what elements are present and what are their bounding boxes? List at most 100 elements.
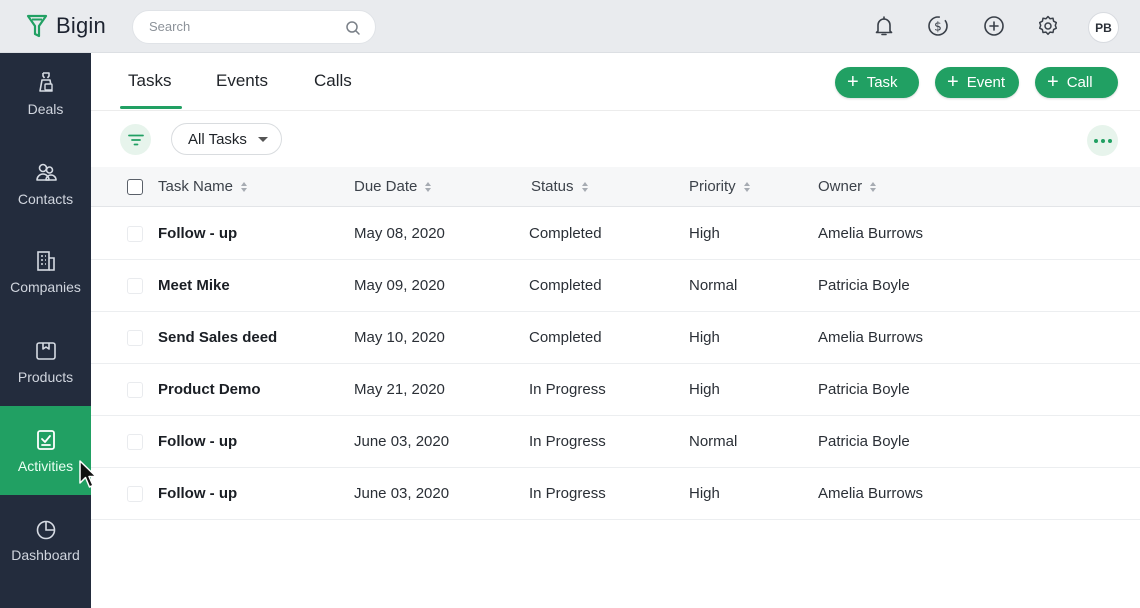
sidebar-item-deals[interactable]: Deals — [0, 71, 91, 159]
task-name-cell[interactable]: Send Sales deed — [158, 329, 277, 346]
task-name-cell[interactable]: Meet Mike — [158, 277, 230, 294]
task-name-cell[interactable]: Follow - up — [158, 225, 237, 242]
sort-icon[interactable] — [581, 181, 588, 192]
sidebar-item-label: Dashboard — [11, 547, 80, 563]
table-row[interactable]: Meet Mike May 09, 2020 Completed Normal … — [91, 260, 1140, 312]
plus-circle-icon[interactable] — [981, 13, 1007, 39]
table-row[interactable]: Follow - up May 08, 2020 Completed High … — [91, 208, 1140, 260]
task-name-cell[interactable]: Product Demo — [158, 381, 261, 398]
column-label: Priority — [689, 178, 736, 195]
add-call-label: Call — [1066, 74, 1093, 91]
column-label: Task Name — [158, 178, 234, 195]
avatar[interactable]: PB — [1088, 12, 1119, 43]
column-label: Due Date — [354, 178, 418, 195]
row-checkbox[interactable] — [127, 486, 143, 502]
priority-cell: Normal — [689, 433, 738, 450]
sidebar-item-label: Deals — [27, 101, 64, 117]
column-header-due-date[interactable]: Due Date — [354, 178, 432, 195]
plus-icon: + — [947, 70, 959, 93]
gear-icon[interactable] — [1035, 13, 1061, 39]
status-cell: Completed — [529, 329, 602, 346]
owner-cell: Patricia Boyle — [818, 381, 910, 398]
row-checkbox[interactable] — [127, 330, 143, 346]
more-options-button[interactable] — [1087, 125, 1118, 156]
sidebar-item-label: Activities — [17, 458, 74, 474]
sidebar-item-dashboard[interactable]: Dashboard — [0, 517, 91, 605]
due-date-cell: June 03, 2020 — [354, 485, 450, 502]
deals-icon — [38, 72, 53, 92]
svg-text:$: $ — [934, 20, 942, 34]
priority-cell: Normal — [689, 277, 738, 294]
contacts-icon — [35, 163, 57, 181]
status-cell: In Progress — [529, 381, 606, 398]
sidebar-item-companies[interactable]: Companies — [0, 249, 91, 337]
priority-cell: High — [689, 485, 720, 502]
sidebar: Deals Contacts Companies Products Activi… — [0, 53, 91, 608]
column-header-priority[interactable]: Priority — [689, 178, 750, 195]
priority-cell: High — [689, 225, 720, 242]
table-header: Task Name Due Date Status Priority Owner — [91, 167, 1140, 207]
more-dot — [1093, 138, 1098, 143]
select-all-checkbox[interactable] — [127, 179, 143, 195]
owner-cell: Patricia Boyle — [818, 433, 910, 450]
add-event-label: Event — [966, 74, 1006, 91]
sort-icon[interactable] — [425, 181, 432, 192]
bigin-logo-icon — [26, 14, 48, 38]
sort-icon[interactable] — [743, 181, 750, 192]
dollar-sync-icon[interactable]: $ — [925, 13, 951, 39]
chevron-down-icon — [258, 137, 268, 142]
view-select[interactable]: All Tasks — [171, 123, 282, 155]
row-checkbox[interactable] — [127, 434, 143, 450]
due-date-cell: June 03, 2020 — [354, 433, 450, 450]
sort-icon[interactable] — [870, 181, 877, 192]
row-checkbox[interactable] — [127, 278, 143, 294]
due-date-cell: May 21, 2020 — [354, 381, 445, 398]
top-bar: Bigin $ PB — [0, 0, 1140, 53]
owner-cell: Amelia Burrows — [818, 225, 924, 242]
row-checkbox[interactable] — [127, 226, 143, 242]
bell-icon[interactable] — [871, 13, 897, 39]
row-checkbox[interactable] — [127, 382, 143, 398]
priority-cell: High — [689, 381, 720, 398]
tab-calls[interactable]: Calls — [314, 71, 352, 91]
add-task-button[interactable]: + Task — [835, 67, 919, 98]
column-header-status[interactable]: Status — [531, 178, 588, 195]
add-event-button[interactable]: + Event — [935, 67, 1019, 98]
sidebar-item-contacts[interactable]: Contacts — [0, 161, 91, 249]
dashboard-icon — [36, 520, 55, 540]
add-call-button[interactable]: + Call — [1035, 67, 1118, 98]
table-row[interactable]: Product Demo May 21, 2020 In Progress Hi… — [91, 364, 1140, 416]
companies-icon — [36, 251, 55, 271]
task-name-cell[interactable]: Follow - up — [158, 485, 237, 502]
products-icon — [35, 342, 56, 360]
filter-button[interactable] — [120, 124, 151, 155]
due-date-cell: May 09, 2020 — [354, 277, 445, 294]
column-label: Owner — [818, 178, 863, 195]
column-label: Status — [531, 178, 574, 195]
app-name: Bigin — [56, 13, 106, 38]
owner-cell: Amelia Burrows — [818, 485, 924, 502]
task-name-cell[interactable]: Follow - up — [158, 433, 237, 450]
tab-events[interactable]: Events — [216, 71, 268, 91]
view-select-label: All Tasks — [188, 130, 247, 148]
filter-icon — [127, 134, 144, 145]
tab-tasks[interactable]: Tasks — [128, 71, 171, 91]
table-row[interactable]: Send Sales deed May 10, 2020 Completed H… — [91, 312, 1140, 364]
search-input[interactable] — [149, 19, 339, 34]
search-icon[interactable] — [345, 20, 361, 36]
sidebar-item-label: Companies — [10, 279, 81, 295]
column-header-task-name[interactable]: Task Name — [158, 178, 248, 195]
status-cell: Completed — [529, 225, 602, 242]
due-date-cell: May 10, 2020 — [354, 329, 445, 346]
table-row[interactable]: Follow - up June 03, 2020 In Progress Hi… — [91, 468, 1140, 520]
column-header-owner[interactable]: Owner — [818, 178, 877, 195]
priority-cell: High — [689, 329, 720, 346]
search-box[interactable] — [132, 10, 376, 44]
mouse-cursor-icon — [79, 460, 97, 488]
table-row[interactable]: Follow - up June 03, 2020 In Progress No… — [91, 416, 1140, 468]
more-dot — [1107, 138, 1112, 143]
app-logo[interactable]: Bigin — [26, 13, 106, 39]
sort-icon[interactable] — [241, 181, 248, 192]
add-task-label: Task — [866, 74, 898, 91]
sidebar-item-label: Products — [17, 369, 74, 385]
